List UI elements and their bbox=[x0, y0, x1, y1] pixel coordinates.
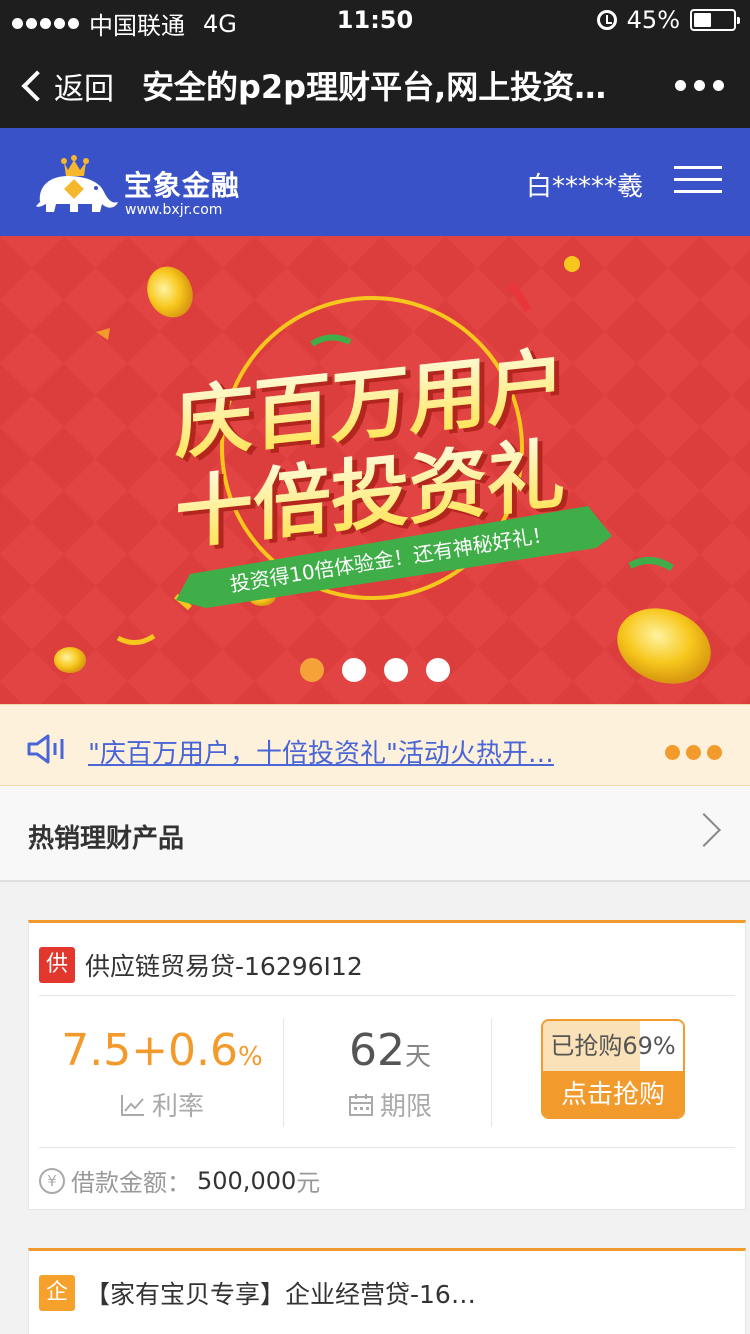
hamburger-menu-icon[interactable] bbox=[674, 166, 722, 194]
rate-column: 7.5+0.6% 利率 bbox=[39, 1019, 285, 1129]
product-name[interactable]: 供应链贸易贷-16296I12 bbox=[85, 947, 363, 983]
notice-bar[interactable]: "庆百万用户，十倍投资礼"活动火热开… bbox=[0, 704, 750, 786]
page-title: 安全的p2p理财平台,网上投资… bbox=[142, 68, 607, 106]
promo-banner[interactable]: 庆百万用户 庆百万用户 十倍投资礼 十倍投资礼 投资得10倍体验金！还有神秘好礼… bbox=[0, 236, 750, 704]
divider bbox=[491, 1019, 492, 1127]
sold-text: 已抢购69% bbox=[550, 1032, 676, 1060]
term-value: 62天 bbox=[348, 1025, 431, 1076]
more-dots-icon[interactable] bbox=[665, 745, 722, 760]
rate-label: 利率 bbox=[39, 1086, 285, 1123]
yen-icon: ¥ bbox=[39, 1167, 65, 1194]
chevron-left-icon bbox=[21, 70, 53, 102]
pager-dot[interactable] bbox=[384, 658, 408, 682]
banner-artwork: 庆百万用户 庆百万用户 十倍投资礼 十倍投资礼 投资得10倍体验金！还有神秘好礼… bbox=[0, 236, 750, 704]
product-card[interactable]: 企 【家有宝贝专享】企业经营贷-16… bbox=[28, 1248, 746, 1334]
loan-amount: ¥ 借款金额： 500,000 元 bbox=[39, 1163, 320, 1198]
divider bbox=[39, 995, 735, 996]
divider bbox=[39, 1147, 735, 1148]
brand-name: 宝象金融 bbox=[124, 169, 241, 202]
status-bar: 中国联通 4G 11:50 45% bbox=[0, 0, 750, 40]
divider bbox=[283, 1019, 284, 1127]
notice-link[interactable]: "庆百万用户，十倍投资礼"活动火热开… bbox=[88, 733, 588, 770]
section-title: 热销理财产品 bbox=[28, 824, 185, 854]
banner-pager bbox=[0, 658, 750, 682]
back-label: 返回 bbox=[54, 72, 114, 107]
app-root: 中国联通 4G 11:50 45% 返回 安全的p2p理财平台,网上投资… 宝象… bbox=[0, 0, 750, 1334]
ellipsis-icon[interactable] bbox=[675, 80, 724, 91]
pager-dot[interactable] bbox=[426, 658, 450, 682]
buy-button[interactable]: 已抢购69% 点击抢购 bbox=[541, 1019, 685, 1119]
user-name[interactable]: 白*****羲 bbox=[526, 166, 643, 203]
rate-value: 7.5+0.6% bbox=[61, 1025, 263, 1076]
product-header: 供 供应链贸易贷-16296I12 bbox=[39, 947, 735, 983]
amount-label: 借款金额： bbox=[71, 1169, 191, 1197]
product-header: 企 【家有宝贝专享】企业经营贷-16… bbox=[39, 1275, 735, 1311]
product-name[interactable]: 【家有宝贝专享】企业经营贷-16… bbox=[85, 1275, 476, 1311]
battery-icon bbox=[690, 9, 740, 31]
product-tag: 企 bbox=[39, 1275, 75, 1311]
back-button[interactable]: 返回 bbox=[18, 64, 114, 108]
hot-products-header[interactable]: 热销理财产品 bbox=[0, 786, 750, 882]
amount-unit: 元 bbox=[296, 1169, 321, 1197]
term-label: 期限 bbox=[287, 1086, 493, 1123]
pager-dot[interactable] bbox=[300, 658, 324, 682]
chevron-right-icon[interactable] bbox=[687, 813, 721, 847]
term-column: 62天 期限 bbox=[287, 1019, 493, 1129]
elephant-logo-icon[interactable] bbox=[34, 154, 120, 216]
status-right: 45% bbox=[596, 6, 740, 34]
pager-dot[interactable] bbox=[342, 658, 366, 682]
product-tag: 供 bbox=[39, 947, 75, 983]
battery-percent: 45% bbox=[626, 6, 680, 34]
alarm-icon bbox=[596, 10, 617, 30]
calendar-icon bbox=[348, 1093, 373, 1116]
nav-bar: 返回 安全的p2p理财平台,网上投资… bbox=[0, 40, 750, 128]
amount-value: 500,000 bbox=[197, 1166, 297, 1195]
product-card[interactable]: 供 供应链贸易贷-16296I12 7.5+0.6% 利率 62天 期限 已抢购… bbox=[28, 920, 746, 1210]
line-chart-icon bbox=[120, 1094, 144, 1116]
brand-url: www.bxjr.com bbox=[125, 202, 223, 218]
speaker-icon bbox=[27, 734, 64, 764]
sold-progress: 已抢购69% bbox=[543, 1021, 683, 1071]
buy-label[interactable]: 点击抢购 bbox=[543, 1071, 683, 1117]
site-header: 宝象金融 www.bxjr.com 白*****羲 bbox=[0, 128, 750, 236]
